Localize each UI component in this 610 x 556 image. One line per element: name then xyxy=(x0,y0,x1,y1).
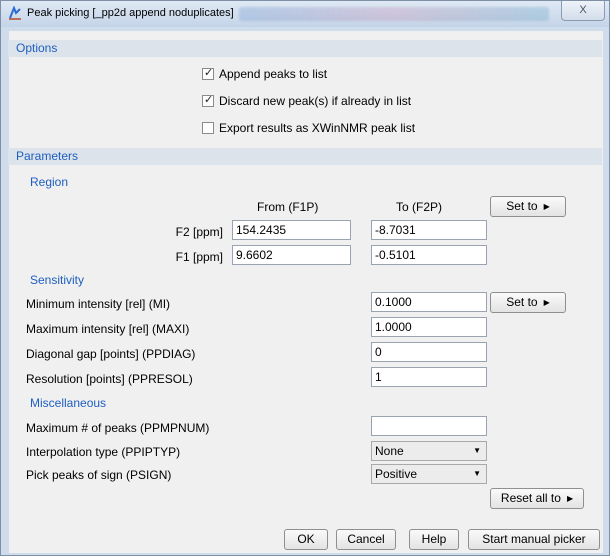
min-intensity-label: Minimum intensity [rel] (MI) xyxy=(26,297,171,311)
max-peaks-label: Maximum # of peaks (PPMPNUM) xyxy=(26,421,210,435)
reset-all-to-label: Reset all to xyxy=(500,491,561,505)
miscellaneous-header: Miscellaneous xyxy=(30,396,107,410)
start-manual-picker-button[interactable]: Start manual picker xyxy=(468,529,600,550)
interpolation-type-value: None xyxy=(375,444,404,458)
export-xwinnmr-label: Export results as XWinNMR peak list xyxy=(219,121,416,135)
peak-sign-select[interactable]: Positive ▼ xyxy=(371,464,487,484)
f2-ppm-label: F2 [ppm] xyxy=(175,225,223,239)
region-set-to-label: Set to xyxy=(506,199,538,213)
help-button[interactable]: Help xyxy=(409,529,459,550)
sensitivity-set-to-button[interactable]: Set to ▶ xyxy=(490,292,566,313)
append-peaks-checkbox[interactable]: Append peaks to list xyxy=(202,66,328,81)
reset-all-to-button[interactable]: Reset all to ▶ xyxy=(490,488,584,509)
max-intensity-field[interactable]: 1.0000 xyxy=(371,317,487,337)
resolution-field[interactable]: 1 xyxy=(371,367,487,387)
peak-sign-label: Pick peaks of sign (PSIGN) xyxy=(26,468,172,482)
region-header: Region xyxy=(30,175,69,189)
f2-from-field[interactable]: 154.2435 xyxy=(232,220,351,240)
checkbox-export[interactable] xyxy=(202,122,214,134)
append-peaks-label: Append peaks to list xyxy=(219,67,328,81)
resolution-label: Resolution [points] (PPRESOL) xyxy=(26,372,193,386)
checkbox-discard[interactable] xyxy=(202,93,214,107)
diagonal-gap-label: Diagonal gap [points] (PPDIAG) xyxy=(26,347,196,361)
export-xwinnmr-checkbox[interactable]: Export results as XWinNMR peak list xyxy=(202,121,415,135)
dropdown-arrow-icon: ▼ xyxy=(473,446,481,455)
f2-to-field[interactable]: -8.7031 xyxy=(371,220,487,240)
f1-ppm-label: F1 [ppm] xyxy=(175,250,223,264)
f1-from-field[interactable]: 9.6602 xyxy=(232,245,351,265)
close-button[interactable]: X xyxy=(561,1,605,21)
sensitivity-set-to-label: Set to xyxy=(506,295,538,309)
from-column-header: From (F1P) xyxy=(257,200,319,214)
region-set-to-button[interactable]: Set to ▶ xyxy=(490,196,566,217)
options-header: Options xyxy=(8,40,602,57)
app-icon xyxy=(9,6,21,20)
interpolation-type-select[interactable]: None ▼ xyxy=(371,441,487,461)
to-column-header: To (F2P) xyxy=(396,200,443,214)
dropdown-arrow-icon: ▼ xyxy=(473,469,481,478)
window-title: Peak picking [_pp2d append noduplicates] xyxy=(27,7,234,19)
close-icon: X xyxy=(579,4,587,16)
discard-duplicates-checkbox[interactable]: Discard new peak(s) if already in list xyxy=(202,93,412,108)
peak-sign-value: Positive xyxy=(375,467,418,481)
discard-duplicates-label: Discard new peak(s) if already in list xyxy=(219,94,412,108)
interpolation-type-label: Interpolation type (PPIPTYP) xyxy=(26,445,181,459)
title-bar[interactable]: Peak picking [_pp2d append noduplicates]… xyxy=(1,1,609,27)
ok-button[interactable]: OK xyxy=(284,529,328,550)
f1-to-field[interactable]: -0.5101 xyxy=(371,245,487,265)
triangle-right-icon: ▶ xyxy=(543,202,550,211)
max-intensity-label: Maximum intensity [rel] (MAXI) xyxy=(26,322,190,336)
min-intensity-field[interactable]: 0.1000 xyxy=(371,292,487,312)
triangle-right-icon: ▶ xyxy=(543,298,550,307)
parameters-header: Parameters xyxy=(8,148,602,165)
blurred-background xyxy=(239,7,549,21)
diagonal-gap-field[interactable]: 0 xyxy=(371,342,487,362)
max-peaks-field[interactable] xyxy=(371,416,487,436)
sensitivity-header: Sensitivity xyxy=(30,273,85,287)
cancel-button[interactable]: Cancel xyxy=(336,529,396,550)
triangle-right-icon: ▶ xyxy=(566,494,574,503)
checkbox-append[interactable] xyxy=(202,66,214,80)
